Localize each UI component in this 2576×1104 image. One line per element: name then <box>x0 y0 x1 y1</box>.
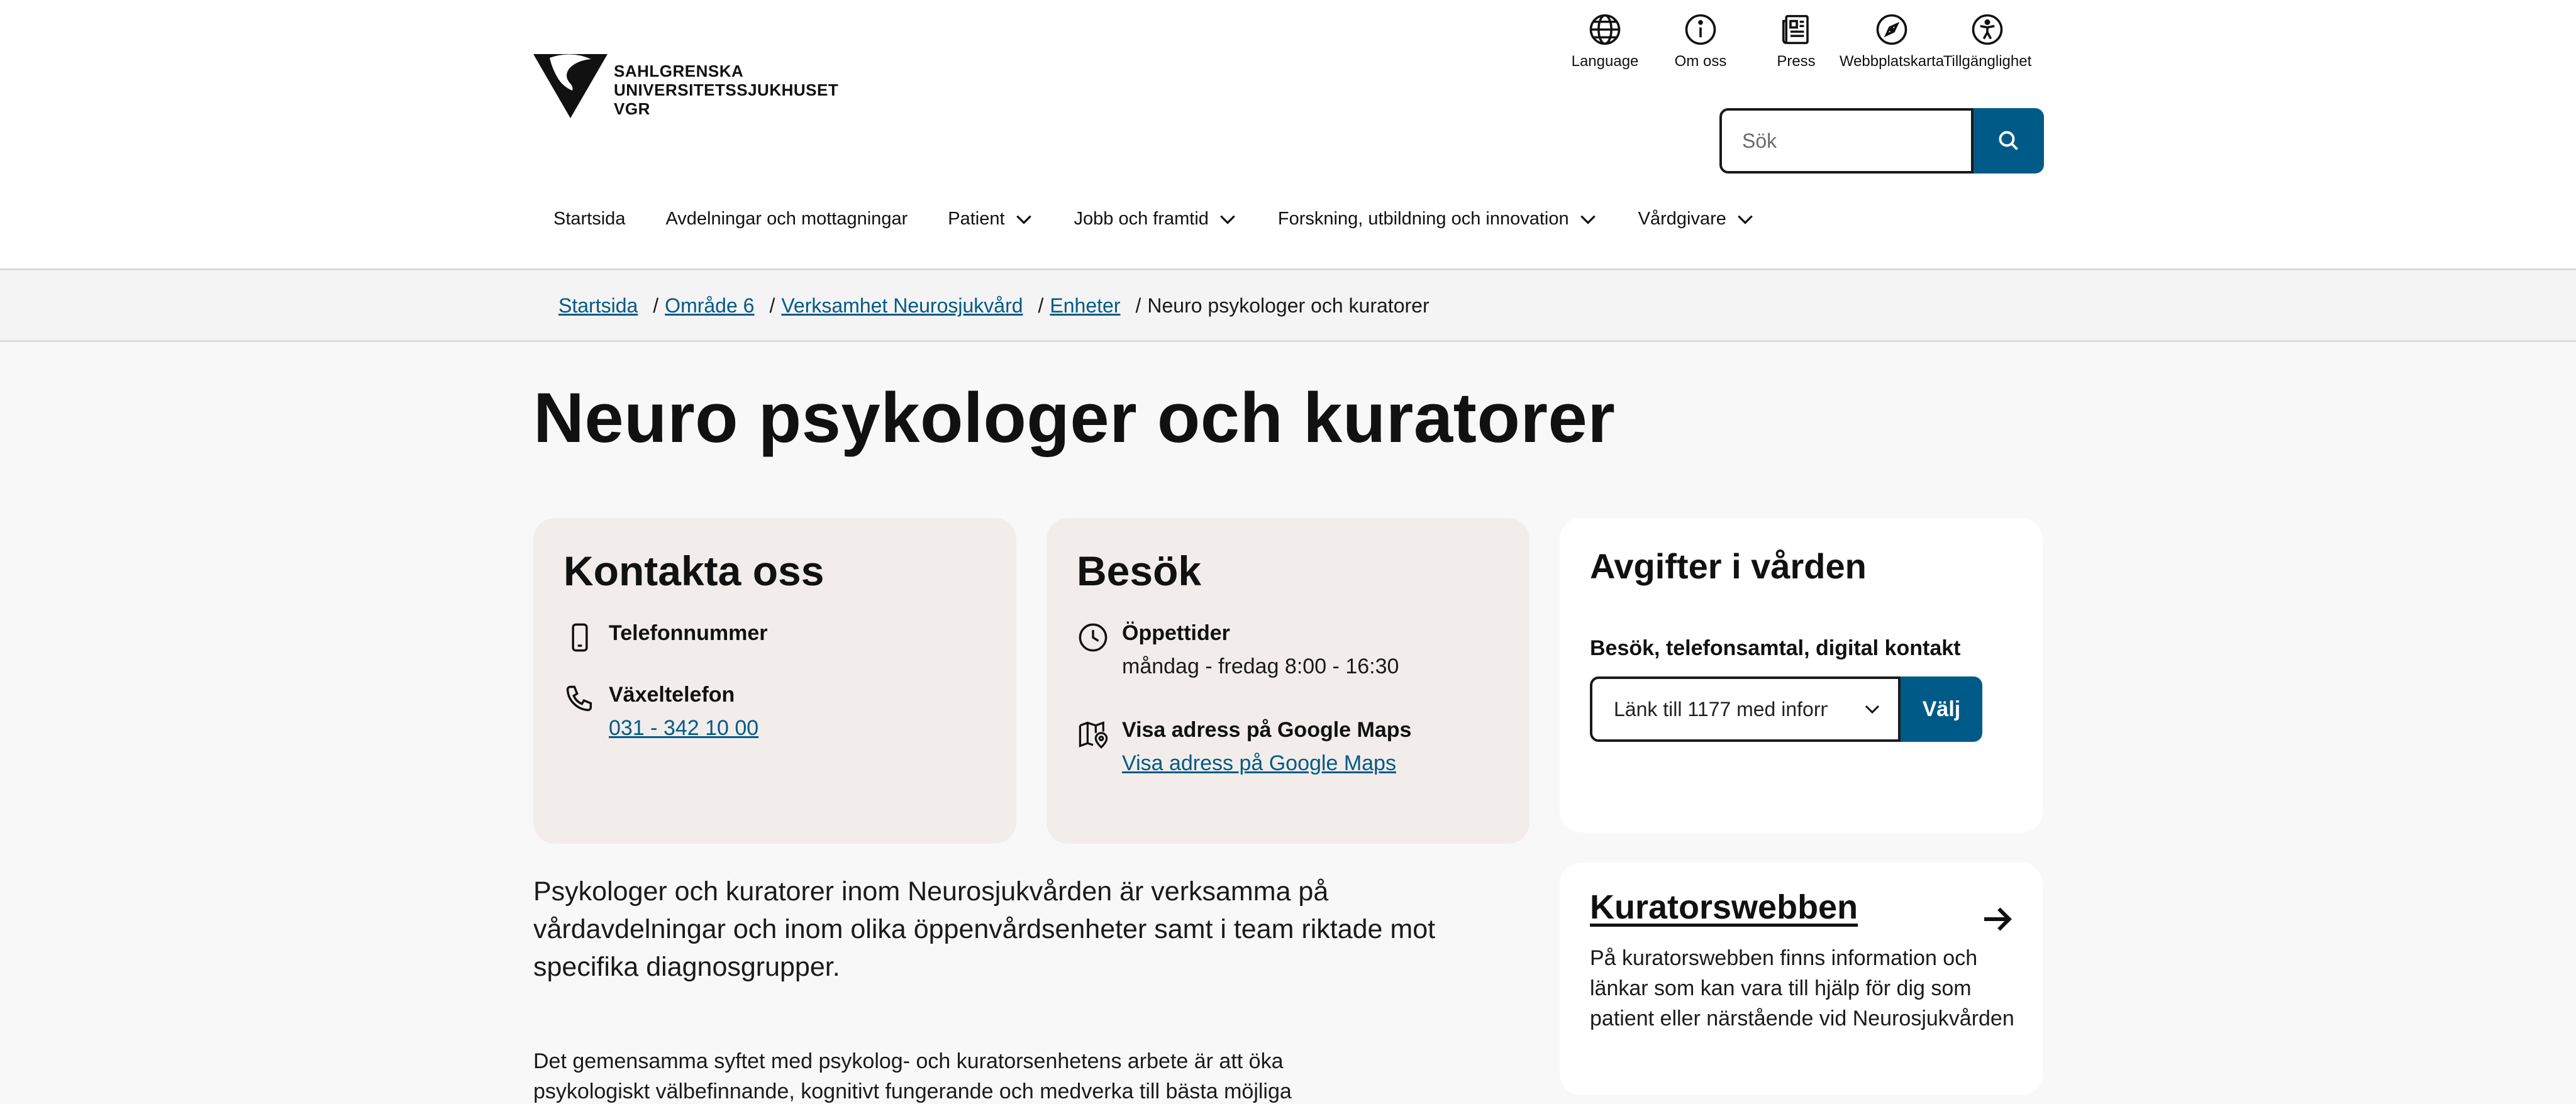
nav-item-label: Forskning, utbildning och innovation <box>1277 209 1569 229</box>
logo-wordmark: SAHLGRENSKA UNIVERSITETSSJUKHUSET VGR <box>614 62 838 118</box>
nav-item-jobb[interactable]: Jobb och framtid <box>1054 209 1258 229</box>
breadcrumb-separator: / <box>1038 294 1044 317</box>
fees-select-group: Länk till 1177 med information Välj <box>1590 676 1982 742</box>
utility-about-label: Om oss <box>1674 53 1727 70</box>
nav-item-avdelningar[interactable]: Avdelningar och mottagningar <box>645 209 928 229</box>
fees-select-label: Besök, telefonsamtal, digital kontakt <box>1590 636 1961 660</box>
search-input[interactable] <box>1719 108 1974 174</box>
visit-map-row: Visa adress på Google Maps Visa adress p… <box>1077 718 1411 776</box>
nav-item-label: Patient <box>948 209 1005 229</box>
utility-nav: Language Om oss Press Webbplatskarta Til… <box>1557 13 2035 70</box>
contact-phone-text: Telefonnummer <box>609 621 768 646</box>
newspaper-icon <box>1782 14 1809 45</box>
nav-item-label: Startsida <box>553 209 626 229</box>
logo-line-1: SAHLGRENSKA <box>614 62 744 80</box>
breadcrumb-link-omrade[interactable]: Område 6 <box>665 294 754 317</box>
site-logo[interactable]: SAHLGRENSKA UNIVERSITETSSJUKHUSET VGR <box>533 54 838 118</box>
fees-select[interactable]: Länk till 1177 med information <box>1590 676 1901 742</box>
utility-about[interactable]: Om oss <box>1653 13 1748 70</box>
map-pin-icon <box>1079 721 1108 749</box>
search-form <box>1719 108 2044 174</box>
breadcrumb: Startsida / Område 6 / Verksamhet Neuros… <box>0 272 2576 342</box>
chevron-down-icon <box>1738 215 1753 224</box>
nav-item-patient[interactable]: Patient <box>928 209 1053 229</box>
breadcrumb-link-enheter[interactable]: Enheter <box>1050 294 1120 317</box>
visit-card: Besök Öppettider måndag - fredag 8:00 - … <box>1046 518 1530 844</box>
utility-accessibility[interactable]: Tillgänglighet <box>1940 13 2035 70</box>
visit-hours-text: Öppettider måndag - fredag 8:00 - 16:30 <box>1122 621 1399 679</box>
fees-card: Avgifter i vården Besök, telefonsamtal, … <box>1560 518 2043 832</box>
contact-phone-row: Telefonnummer <box>564 621 768 654</box>
site-header: SAHLGRENSKA UNIVERSITETSSJUKHUSET VGR La… <box>0 0 2576 270</box>
utility-press-label: Press <box>1777 53 1816 70</box>
fees-choose-button[interactable]: Välj <box>1901 676 1982 742</box>
nav-item-label: Jobb och framtid <box>1074 209 1209 229</box>
nav-item-forskning[interactable]: Forskning, utbildning och innovation <box>1258 209 1618 229</box>
utility-accessibility-label: Tillgänglighet <box>1943 53 2032 70</box>
nav-item-startsida[interactable]: Startsida <box>533 209 645 229</box>
search-icon <box>1999 131 2018 150</box>
logo-line-2: UNIVERSITETSSJUKHUSET <box>614 80 839 99</box>
utility-press[interactable]: Press <box>1748 13 1844 70</box>
fees-select-value: Länk till 1177 med information <box>1614 697 1828 720</box>
google-maps-link[interactable]: Visa adress på Google Maps <box>1122 751 1396 776</box>
kuratorswebben-description: På kuratorswebben finns information och … <box>1590 946 2014 1030</box>
utility-sitemap-label: Webbplatskarta <box>1839 53 1945 70</box>
contact-switchboard-row: Växeltelefon 031 - 342 10 00 <box>564 683 758 741</box>
chevron-down-icon <box>1580 215 1596 224</box>
chevron-down-icon <box>1865 705 1880 714</box>
visit-hours-row: Öppettider måndag - fredag 8:00 - 16:30 <box>1077 621 1399 679</box>
contact-card: Kontakta oss Telefonnummer Växeltelefon … <box>533 518 1016 844</box>
contact-card-title: Kontakta oss <box>564 548 824 594</box>
phone-icon <box>566 685 592 712</box>
breadcrumb-separator: / <box>653 294 659 317</box>
body-paragraph: Det gemensamma syftet med psykolog- och … <box>533 1049 1292 1103</box>
kuratorswebben-title[interactable]: Kuratorswebben <box>1590 888 1858 927</box>
breadcrumb-link-startsida[interactable]: Startsida <box>558 294 638 317</box>
chevron-down-icon <box>1016 215 1031 224</box>
lead-paragraph: Psykologer och kuratorer inom Neurosjukv… <box>533 876 1436 982</box>
main-nav: Startsida Avdelningar och mottagningar P… <box>533 209 1775 229</box>
arrow-right-icon[interactable] <box>1980 902 2015 937</box>
page-title: Neuro psykologer och kuratorer <box>533 378 1616 457</box>
breadcrumb-trail: Startsida / Område 6 / Verksamhet Neuros… <box>558 294 1430 317</box>
breadcrumb-link-verksamhet[interactable]: Verksamhet Neurosjukvård <box>781 294 1023 317</box>
switchboard-label: Växeltelefon <box>609 683 735 707</box>
kuratorswebben-card[interactable]: Kuratorswebben På kuratorswebben finns i… <box>1560 863 2043 1095</box>
phone-label: Telefonnummer <box>609 621 768 645</box>
breadcrumb-separator: / <box>1135 294 1141 317</box>
contact-switchboard-text: Växeltelefon 031 - 342 10 00 <box>609 683 758 741</box>
fees-card-title: Avgifter i vården <box>1590 546 1867 586</box>
chevron-down-icon <box>1220 215 1235 224</box>
visit-card-title: Besök <box>1077 548 1202 594</box>
breadcrumb-current: Neuro psykologer och kuratorer <box>1147 294 1430 317</box>
logo-emblem-icon <box>533 54 608 118</box>
nav-item-label: Avdelningar och mottagningar <box>665 209 908 229</box>
nav-item-vardgivare[interactable]: Vårdgivare <box>1618 209 1775 229</box>
utility-language[interactable]: Language <box>1557 13 1653 70</box>
utility-language-label: Language <box>1571 53 1639 70</box>
hours-label: Öppettider <box>1122 621 1230 645</box>
accessibility-icon <box>1972 14 2003 45</box>
clock-icon <box>1079 623 1108 652</box>
hours-value: måndag - fredag 8:00 - 16:30 <box>1122 654 1399 678</box>
compass-icon <box>1876 14 1907 45</box>
map-label: Visa adress på Google Maps <box>1122 718 1412 742</box>
visit-map-text: Visa adress på Google Maps Visa adress p… <box>1122 718 1411 776</box>
switchboard-number-link[interactable]: 031 - 342 10 00 <box>609 716 758 741</box>
search-button[interactable] <box>1974 108 2044 174</box>
breadcrumb-separator: / <box>769 294 775 317</box>
logo-line-3: VGR <box>614 99 650 118</box>
mobile-phone-icon <box>572 623 588 652</box>
globe-icon <box>1589 14 1621 45</box>
info-icon <box>1685 14 1716 45</box>
utility-sitemap[interactable]: Webbplatskarta <box>1840 13 1944 70</box>
nav-item-label: Vårdgivare <box>1638 209 1726 229</box>
